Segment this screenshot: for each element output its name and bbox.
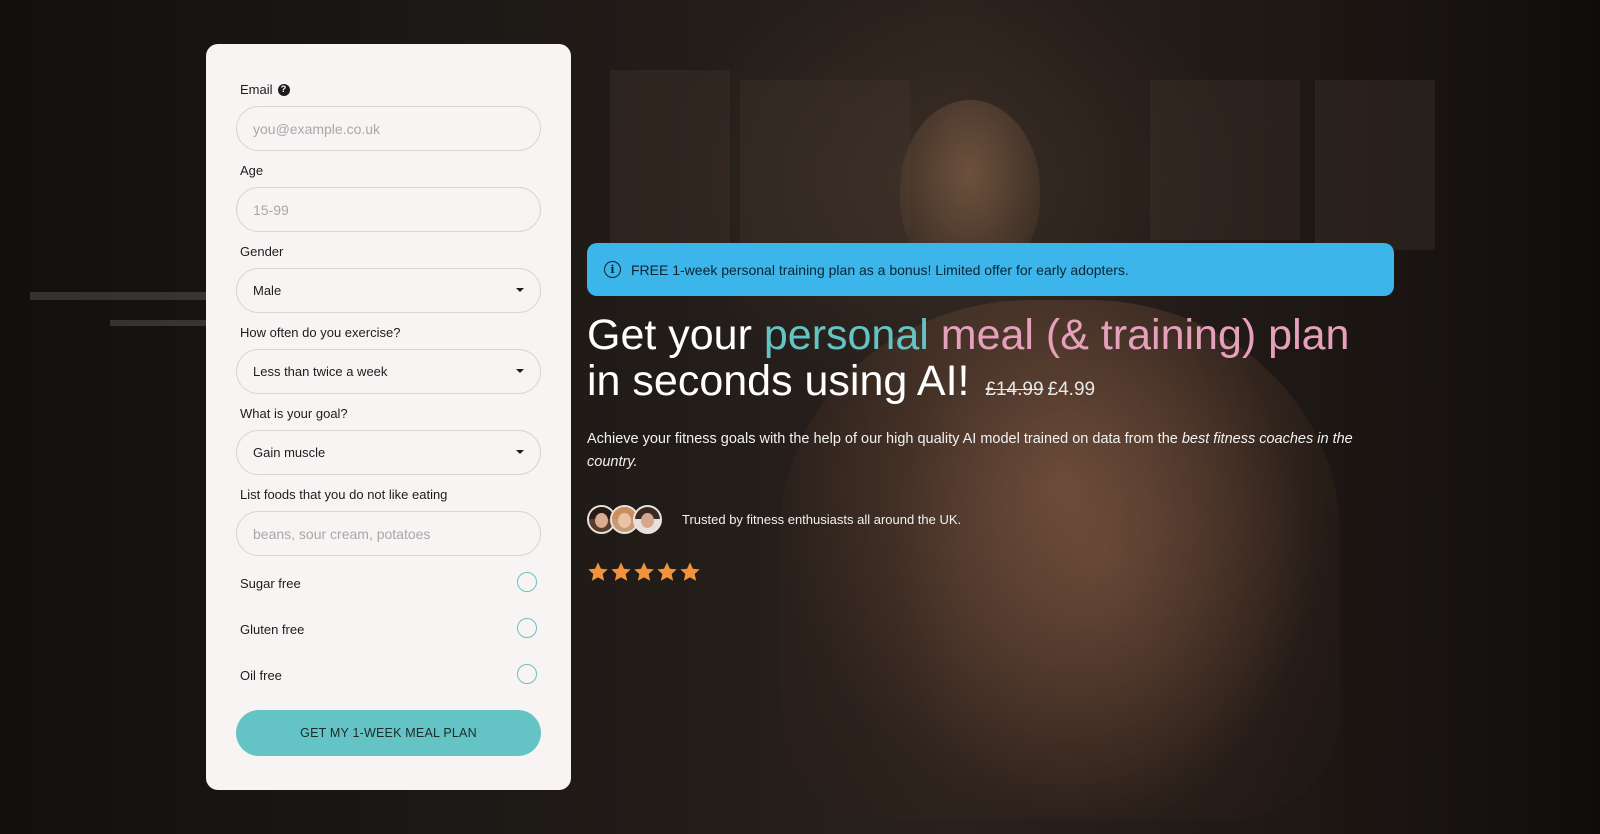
get-meal-plan-button[interactable]: GET MY 1-WEEK MEAL PLAN bbox=[236, 710, 541, 756]
star-icon bbox=[680, 562, 700, 581]
promo-banner-text: FREE 1-week personal training plan as a … bbox=[631, 261, 1129, 278]
new-price: £4.99 bbox=[1047, 379, 1096, 400]
trust-text: Trusted by fitness enthusiasts all aroun… bbox=[682, 511, 962, 527]
gluten-free-toggle[interactable] bbox=[517, 618, 537, 638]
background-window bbox=[1315, 80, 1435, 250]
headline-pink: meal (& training) plan bbox=[928, 311, 1350, 359]
email-label-text: Email bbox=[240, 82, 273, 97]
meal-plan-form: Email ? Age Gender Male How often do you… bbox=[206, 44, 571, 790]
headline-teal: personal bbox=[763, 311, 929, 359]
help-icon[interactable]: ? bbox=[277, 83, 290, 96]
avatar-face bbox=[595, 512, 608, 528]
caret-down-icon bbox=[516, 369, 524, 373]
old-price: £14.99 bbox=[985, 379, 1044, 400]
goal-select[interactable]: Gain muscle bbox=[236, 430, 541, 475]
rating-stars bbox=[587, 561, 701, 583]
background-barbell bbox=[30, 292, 210, 300]
subcopy-plain: Achieve your fitness goals with the help… bbox=[587, 431, 1182, 447]
headline-part2: in seconds using AI! bbox=[587, 357, 970, 405]
caret-down-icon bbox=[516, 450, 524, 454]
option-oil-free[interactable]: Oil free bbox=[236, 652, 541, 698]
gender-select[interactable]: Male bbox=[236, 268, 541, 313]
exercise-label: How often do you exercise? bbox=[240, 325, 401, 340]
email-field[interactable] bbox=[236, 106, 541, 151]
avatar-face bbox=[618, 512, 631, 528]
dislikes-field[interactable] bbox=[236, 511, 541, 556]
option-label: Oil free bbox=[240, 667, 282, 683]
headline-part1: Get your bbox=[587, 311, 764, 359]
info-icon: i bbox=[604, 261, 621, 278]
gender-select-value: Male bbox=[253, 283, 282, 298]
star-icon bbox=[611, 562, 631, 581]
background-window bbox=[740, 80, 910, 270]
background-window bbox=[1150, 80, 1300, 240]
exercise-select-value: Less than twice a week bbox=[253, 364, 388, 379]
avatar-group bbox=[587, 504, 662, 534]
hero-subcopy: Achieve your fitness goals with the help… bbox=[587, 428, 1397, 474]
age-field[interactable] bbox=[236, 187, 541, 232]
goal-select-value: Gain muscle bbox=[253, 445, 326, 460]
caret-down-icon bbox=[516, 288, 524, 292]
sugar-free-toggle[interactable] bbox=[517, 572, 537, 592]
hero-headline: Get your personal meal (& training) plan… bbox=[587, 312, 1407, 413]
option-label: Gluten free bbox=[240, 621, 305, 637]
option-label: Sugar free bbox=[240, 575, 301, 591]
goal-label: What is your goal? bbox=[240, 406, 348, 421]
trust-row: Trusted by fitness enthusiasts all aroun… bbox=[587, 503, 961, 535]
email-label: Email ? bbox=[240, 82, 541, 97]
background-barbell bbox=[110, 320, 210, 326]
star-icon bbox=[588, 562, 608, 581]
star-icon bbox=[657, 562, 677, 581]
star-icon bbox=[634, 562, 654, 581]
dislikes-label: List foods that you do not like eating bbox=[240, 487, 448, 502]
age-label: Age bbox=[240, 163, 264, 178]
promo-banner: i FREE 1-week personal training plan as … bbox=[587, 243, 1394, 296]
avatar-face bbox=[641, 512, 654, 528]
background-window bbox=[610, 70, 730, 260]
option-sugar-free[interactable]: Sugar free bbox=[236, 560, 541, 606]
oil-free-toggle[interactable] bbox=[517, 664, 537, 684]
avatar bbox=[633, 504, 662, 534]
gender-label: Gender bbox=[240, 244, 284, 259]
exercise-select[interactable]: Less than twice a week bbox=[236, 349, 541, 394]
option-gluten-free[interactable]: Gluten free bbox=[236, 606, 541, 652]
